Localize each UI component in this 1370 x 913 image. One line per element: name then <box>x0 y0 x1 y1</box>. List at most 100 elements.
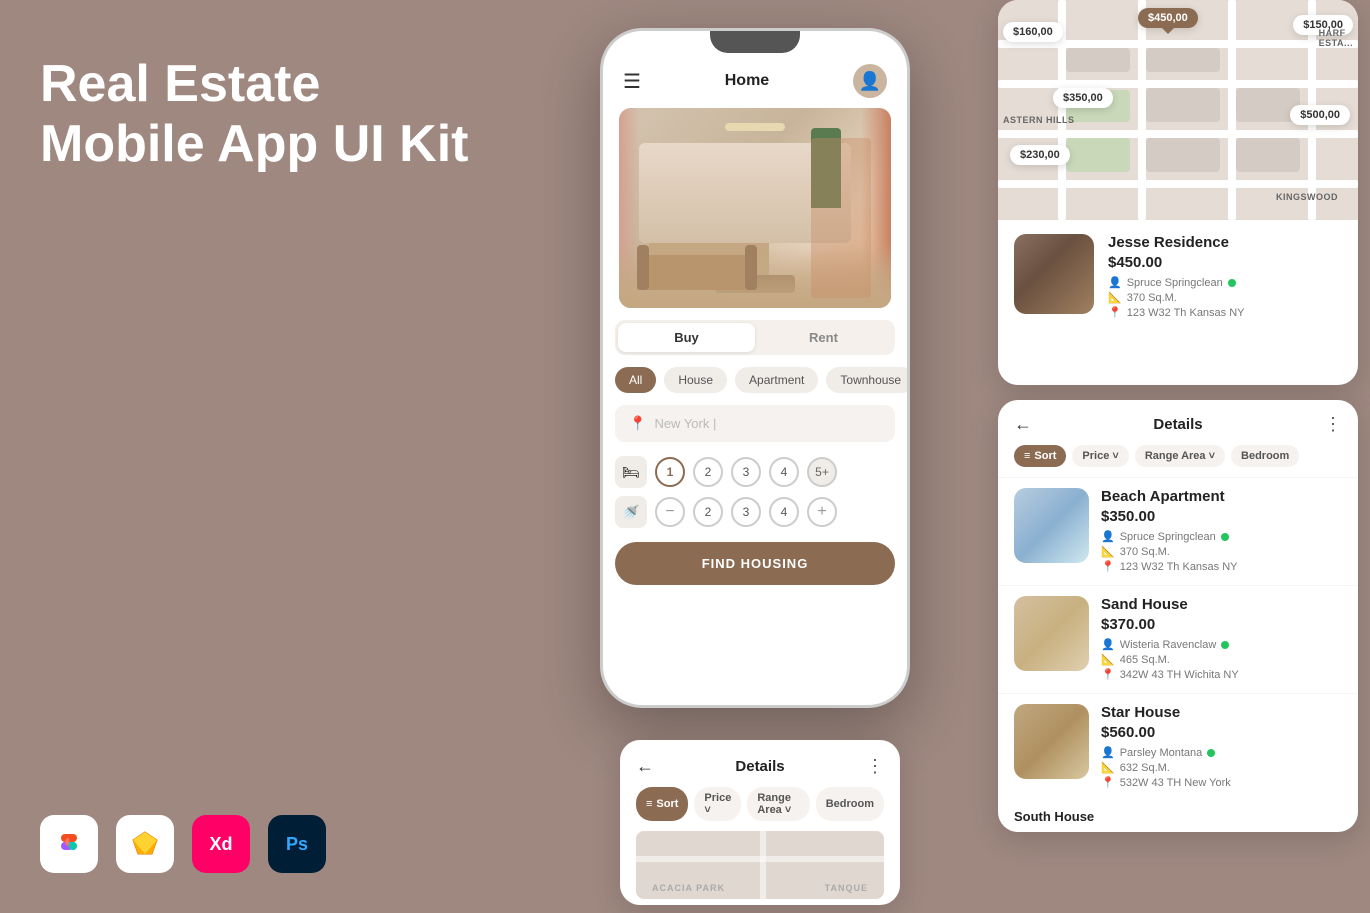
size-icon-b: 📐 <box>1101 545 1115 558</box>
jesse-name: Jesse Residence <box>1108 234 1342 251</box>
baths-counter-row: 🚿 − 2 3 4 + <box>603 494 907 530</box>
buy-rent-tabs: Buy Rent <box>615 320 895 355</box>
beds-counter-row: 🛏 1 2 3 4 5+ <box>603 450 907 494</box>
verified-dot-b <box>1221 533 1229 541</box>
listing-sand: Sand House $370.00 👤 Wisteria Ravenclaw … <box>998 585 1358 693</box>
bottom-details-filters: ≡ Sort Price ˅ Range Area ˅ Bedroom <box>636 787 884 821</box>
phone-notch <box>710 31 800 53</box>
tab-rent[interactable]: Rent <box>755 323 892 352</box>
person-icon-b: 👤 <box>1101 530 1115 543</box>
chip-apartment[interactable]: Apartment <box>735 367 818 393</box>
phone-mockup: ☰ Home 👤 <box>600 28 910 708</box>
find-housing-button[interactable]: FIND HOUSING <box>615 542 895 585</box>
bath-3[interactable]: 3 <box>731 497 761 527</box>
hamburger-icon[interactable]: ☰ <box>623 69 641 94</box>
map-label-kingswood: KINGSWOOD <box>1276 192 1338 202</box>
filter-chips: All House Apartment Townhouse <box>603 363 907 401</box>
details-panel-header: ← Details ⋮ <box>998 400 1358 445</box>
chip-house[interactable]: House <box>664 367 727 393</box>
jesse-agent: 👤 Spruce Springclean <box>1108 276 1342 289</box>
counter-2[interactable]: 2 <box>693 457 723 487</box>
bottom-sort-button[interactable]: ≡ Sort <box>636 787 688 821</box>
counter-1[interactable]: 1 <box>655 457 685 487</box>
jesse-listing: Jesse Residence $450.00 👤 Spruce Springc… <box>998 220 1358 335</box>
price-tag-featured: $450,00 <box>1138 8 1198 28</box>
more-options-button[interactable]: ⋮ <box>1324 414 1342 435</box>
verified-dot <box>1228 279 1236 287</box>
beach-address: 📍 123 W32 Th Kansas NY <box>1101 560 1342 573</box>
size-icon: 📐 <box>1108 291 1122 304</box>
person-icon: 👤 <box>1108 276 1122 289</box>
sand-price: $370.00 <box>1101 616 1342 633</box>
title-line2: Mobile App UI Kit <box>40 115 468 175</box>
tool-icons-row: Xd Ps <box>40 815 326 873</box>
star-name: Star House <box>1101 704 1342 721</box>
phone-screen-title: Home <box>725 72 769 90</box>
counter-5plus[interactable]: 5+ <box>807 457 837 487</box>
bottom-more-button[interactable]: ⋮ <box>866 756 884 777</box>
sketch-icon <box>116 815 174 873</box>
counter-3[interactable]: 3 <box>731 457 761 487</box>
price-tag-230: $230,00 <box>1010 145 1070 165</box>
sort-icon: ≡ <box>1024 450 1030 462</box>
avatar[interactable]: 👤 <box>853 64 887 98</box>
price-filter[interactable]: Price ˅ <box>1072 445 1128 467</box>
bedroom-filter[interactable]: Bedroom <box>1231 445 1299 467</box>
tab-buy[interactable]: Buy <box>618 323 755 352</box>
beach-size: 📐 370 Sq.M. <box>1101 545 1342 558</box>
map-label-acacia: ACACIA PARK <box>652 883 725 893</box>
ps-icon: Ps <box>268 815 326 873</box>
location-icon: 📍 <box>629 415 646 432</box>
bottom-map-preview: ACACIA PARK TANQUE <box>636 831 884 899</box>
bath-icon: 🚿 <box>615 496 647 528</box>
plus-btn[interactable]: + <box>807 497 837 527</box>
bath-4[interactable]: 4 <box>769 497 799 527</box>
bed-icon: 🛏 <box>615 456 647 488</box>
sand-thumb <box>1014 596 1089 671</box>
verified-dot-s <box>1221 641 1229 649</box>
page-title: Real Estate Mobile App UI Kit <box>40 55 468 175</box>
loc-icon-s: 📍 <box>1101 668 1115 681</box>
loc-icon-b: 📍 <box>1101 560 1115 573</box>
phone-header: ☰ Home 👤 <box>603 56 907 108</box>
map-view: $450,00 $160,00 $150,00 $350,00 $500,00 … <box>998 0 1358 220</box>
beach-price: $350.00 <box>1101 508 1342 525</box>
listing-star: Star House $560.00 👤 Parsley Montana 📐 6… <box>998 693 1358 801</box>
sort-button[interactable]: ≡ Sort <box>1014 445 1066 467</box>
sand-info: Sand House $370.00 👤 Wisteria Ravenclaw … <box>1101 596 1342 683</box>
chip-all[interactable]: All <box>615 367 656 393</box>
star-size: 📐 632 Sq.M. <box>1101 761 1342 774</box>
counter-4[interactable]: 4 <box>769 457 799 487</box>
star-thumb <box>1014 704 1089 779</box>
person-icon-s: 👤 <box>1101 638 1115 651</box>
bottom-details-title: Details <box>735 758 784 775</box>
size-icon-s: 📐 <box>1101 653 1115 666</box>
bottom-details-card: ← Details ⋮ ≡ Sort Price ˅ Range Area ˅ … <box>620 740 900 905</box>
bath-2[interactable]: 2 <box>693 497 723 527</box>
figma-icon <box>40 815 98 873</box>
location-icon-sm: 📍 <box>1108 306 1122 319</box>
back-button[interactable]: ← <box>1014 414 1032 435</box>
details-filters: ≡ Sort Price ˅ Range Area ˅ Bedroom <box>998 445 1358 477</box>
sand-name: Sand House <box>1101 596 1342 613</box>
sand-address: 📍 342W 43 TH Wichita NY <box>1101 668 1342 681</box>
person-icon-st: 👤 <box>1101 746 1115 759</box>
jesse-thumb <box>1014 234 1094 314</box>
hero-image <box>619 108 891 308</box>
range-area-filter[interactable]: Range Area ˅ <box>1135 445 1225 467</box>
bottom-range-filter[interactable]: Range Area ˅ <box>747 787 809 821</box>
details-panel-title: Details <box>1153 416 1202 433</box>
bottom-price-filter[interactable]: Price ˅ <box>694 787 741 821</box>
listing-beach: Beach Apartment $350.00 👤 Spruce Springc… <box>998 477 1358 585</box>
star-agent: 👤 Parsley Montana <box>1101 746 1342 759</box>
map-label-harf: HARFESTA... <box>1319 28 1353 48</box>
bottom-details-header: ← Details ⋮ <box>636 756 884 777</box>
bottom-back-button[interactable]: ← <box>636 756 654 777</box>
search-bar[interactable]: 📍 New York | <box>615 405 895 442</box>
minus-btn[interactable]: − <box>655 497 685 527</box>
sand-agent: 👤 Wisteria Ravenclaw <box>1101 638 1342 651</box>
chip-townhouse[interactable]: Townhouse <box>826 367 907 393</box>
price-tag-500: $500,00 <box>1290 105 1350 125</box>
beach-thumb <box>1014 488 1089 563</box>
bottom-bedroom-filter[interactable]: Bedroom <box>816 787 884 821</box>
